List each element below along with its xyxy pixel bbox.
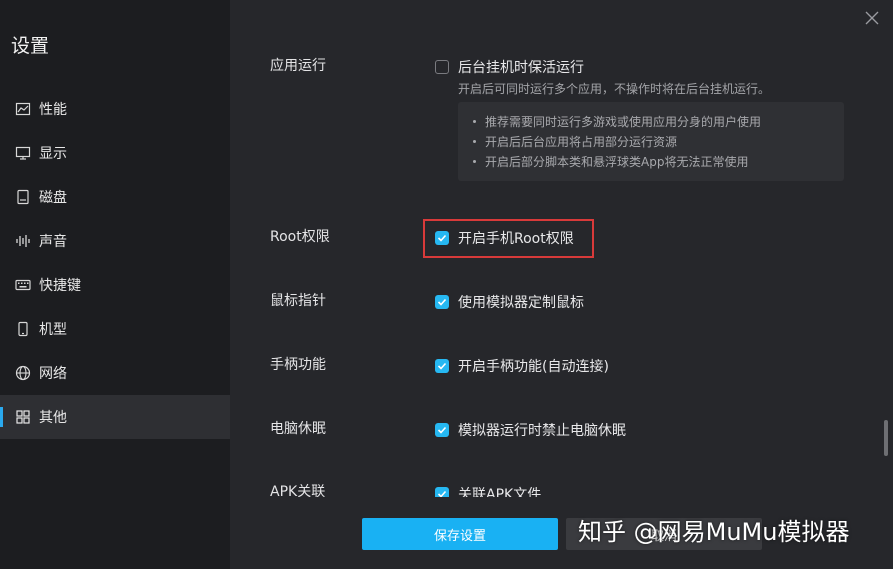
gamepad-checkbox[interactable] — [435, 359, 449, 373]
sidebar-item-label: 网络 — [39, 366, 67, 382]
watermark: 知乎 @网易MuMu模拟器 — [578, 518, 850, 546]
sidebar-item-label: 磁盘 — [39, 190, 67, 206]
settings-title: 设置 — [11, 35, 50, 57]
monitor-icon — [15, 145, 31, 161]
settings-panel: 应用运行 后台挂机时保活运行 开启后可同时运行多个应用，不操作时将在后台挂机运行… — [230, 0, 893, 569]
note-item: 开启后后台应用将占用部分运行资源 — [472, 135, 678, 149]
save-button[interactable]: 保存设置 — [362, 518, 558, 550]
sidebar-item-other[interactable]: 其他 — [0, 395, 230, 439]
sidebar-item-label: 其他 — [39, 410, 67, 426]
keep-alive-notes: 推荐需要同时运行多游戏或使用应用分身的用户使用 开启后后台应用将占用部分运行资源… — [458, 102, 844, 181]
apk-option-label: 关联APK文件 — [458, 487, 542, 497]
apk-option[interactable]: 关联APK文件 — [435, 484, 541, 497]
check-icon — [437, 426, 447, 434]
sidebar-item-performance[interactable]: 性能 — [0, 87, 230, 131]
mouse-option[interactable]: 使用模拟器定制鼠标 — [435, 292, 584, 312]
mouse-checkbox[interactable] — [435, 295, 449, 309]
note-item: 推荐需要同时运行多游戏或使用应用分身的用户使用 — [472, 115, 762, 129]
mouse-option-label: 使用模拟器定制鼠标 — [458, 295, 584, 311]
sound-icon — [15, 233, 31, 249]
check-icon — [437, 298, 447, 306]
close-icon[interactable] — [865, 10, 879, 25]
globe-icon — [15, 365, 31, 381]
grid-icon — [15, 409, 31, 425]
sidebar-item-device-model[interactable]: 机型 — [0, 307, 230, 351]
app-run-label: 应用运行 — [270, 58, 326, 74]
sidebar-item-label: 机型 — [39, 322, 67, 338]
active-indicator — [0, 407, 3, 427]
sidebar-item-display[interactable]: 显示 — [0, 131, 230, 175]
keep-alive-option[interactable]: 后台挂机时保活运行 — [435, 57, 584, 77]
apk-label: APK关联 — [270, 484, 326, 497]
sidebar-item-label: 性能 — [39, 102, 67, 118]
keyboard-icon — [15, 277, 31, 293]
chart-icon — [15, 101, 31, 117]
scrollbar[interactable] — [884, 420, 888, 456]
keep-alive-label: 后台挂机时保活运行 — [458, 60, 584, 76]
sidebar-item-label: 快捷键 — [39, 278, 81, 294]
sleep-label: 电脑休眠 — [270, 421, 326, 437]
sidebar-item-network[interactable]: 网络 — [0, 351, 230, 395]
apk-checkbox[interactable] — [435, 487, 449, 497]
sidebar-item-sound[interactable]: 声音 — [0, 219, 230, 263]
apk-row-clip: APK关联 关联APK文件 — [230, 470, 893, 497]
check-icon — [437, 362, 447, 370]
sleep-option[interactable]: 模拟器运行时禁止电脑休眠 — [435, 420, 626, 440]
red-highlight-box — [423, 219, 594, 258]
check-icon — [437, 490, 447, 497]
note-item: 开启后部分脚本类和悬浮球类App将无法正常使用 — [472, 155, 749, 169]
gamepad-option[interactable]: 开启手柄功能(自动连接) — [435, 356, 609, 376]
keep-alive-description: 开启后可同时运行多个应用，不操作时将在后台挂机运行。 — [458, 82, 771, 96]
sidebar-item-label: 显示 — [39, 146, 67, 162]
gamepad-label: 手柄功能 — [270, 357, 326, 373]
sleep-checkbox[interactable] — [435, 423, 449, 437]
keep-alive-checkbox[interactable] — [435, 60, 449, 74]
phone-icon — [15, 321, 31, 337]
mouse-label: 鼠标指针 — [270, 293, 326, 309]
disk-icon — [15, 189, 31, 205]
sleep-option-label: 模拟器运行时禁止电脑休眠 — [458, 423, 626, 439]
sidebar-item-shortcuts[interactable]: 快捷键 — [0, 263, 230, 307]
sidebar-item-label: 声音 — [39, 234, 67, 250]
sidebar-item-disk[interactable]: 磁盘 — [0, 175, 230, 219]
sidebar: 设置 性能 显示 磁盘 声音 快捷键 机型 网络 其他 — [0, 0, 230, 569]
gamepad-option-label: 开启手柄功能(自动连接) — [458, 359, 609, 375]
root-label: Root权限 — [270, 229, 330, 245]
